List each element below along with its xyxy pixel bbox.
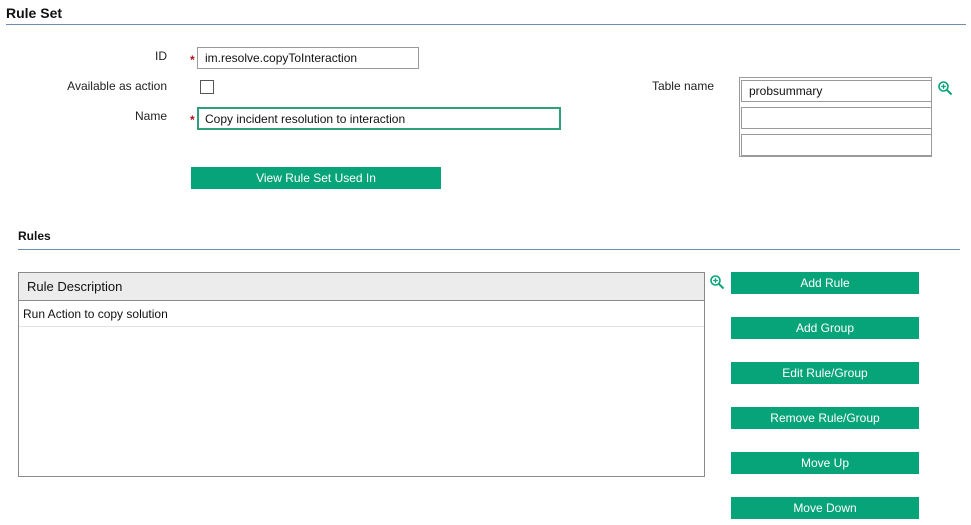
edit-rule-group-button[interactable]: Edit Rule/Group <box>731 362 919 384</box>
add-rule-button[interactable]: Add Rule <box>731 272 919 294</box>
rule-set-title: Rule Set <box>6 5 63 21</box>
view-rule-set-used-in-button[interactable]: View Rule Set Used In <box>191 167 441 189</box>
name-required-marker: * <box>190 113 195 127</box>
table-row[interactable]: Run Action to copy solution <box>19 301 704 327</box>
table-name-cell[interactable]: probsummary <box>741 80 932 102</box>
move-up-button[interactable]: Move Up <box>731 452 919 474</box>
available-as-action-label: Available as action <box>67 79 167 93</box>
name-input[interactable] <box>197 107 561 130</box>
id-label: ID <box>155 49 167 63</box>
table-name-cell[interactable] <box>741 134 932 156</box>
id-input[interactable] <box>197 47 419 69</box>
remove-rule-group-button[interactable]: Remove Rule/Group <box>731 407 919 429</box>
rules-table: Rule Description Run Action to copy solu… <box>18 272 705 477</box>
rules-title: Rules <box>18 229 51 243</box>
rules-divider <box>18 249 960 250</box>
rule-set-divider <box>6 24 966 25</box>
rule-description-column-header[interactable]: Rule Description <box>19 273 704 301</box>
table-name-label: Table name <box>651 79 714 93</box>
id-required-marker: * <box>190 53 195 67</box>
table-name-list: probsummary <box>739 77 932 157</box>
move-down-button[interactable]: Move Down <box>731 497 919 519</box>
table-name-cell[interactable] <box>741 107 932 129</box>
add-group-button[interactable]: Add Group <box>731 317 919 339</box>
available-as-action-checkbox[interactable] <box>200 80 214 94</box>
table-name-zoom-icon[interactable] <box>937 80 953 96</box>
rules-zoom-icon[interactable] <box>709 274 725 290</box>
name-label: Name <box>134 109 167 123</box>
